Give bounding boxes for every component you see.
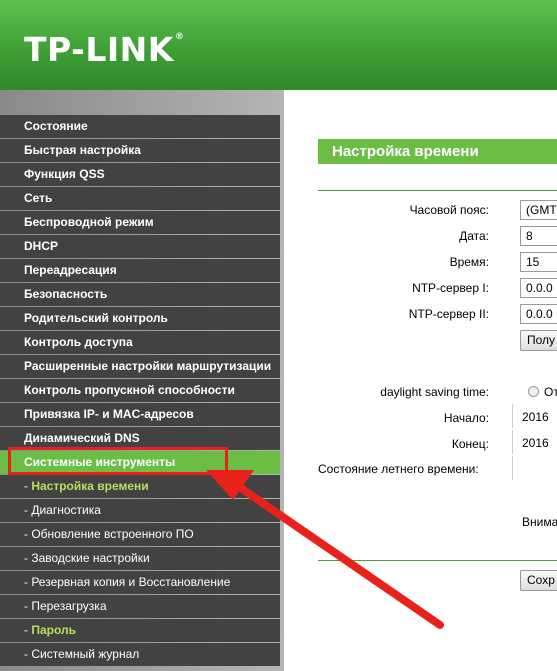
dst-status-label: Состояние летнего времени: [318, 462, 479, 476]
sidebar-item-wireless[interactable]: Беспроводной режим [0, 211, 280, 234]
sidebar-item-parental-control[interactable]: Родительский контроль [0, 307, 280, 330]
dst-label: daylight saving time: [380, 385, 489, 399]
sidebar-subitem-reboot[interactable]: - Перезагрузка [0, 595, 280, 618]
sidebar-item-qss[interactable]: Функция QSS [0, 163, 280, 186]
sidebar-item-advanced-routing[interactable]: Расширенные настройки маршрутизации [0, 355, 280, 378]
time-field[interactable]: 15 [520, 252, 557, 272]
sidebar-item-bandwidth-control[interactable]: Контроль пропускной способности [0, 379, 280, 402]
sidebar-item-network[interactable]: Сеть [0, 187, 280, 210]
sidebar-subitem-diagnostics[interactable]: - Диагностика [0, 499, 280, 522]
sidebar-item-system-tools[interactable]: Системные инструменты [0, 451, 280, 474]
divider-top [318, 190, 557, 191]
timezone-select[interactable]: (GMT [520, 200, 557, 220]
ntp2-field[interactable]: 0.0.0 [520, 304, 557, 324]
time-label: Время: [449, 255, 489, 269]
sidebar-item-ip-mac-binding[interactable]: Привязка IP- и MAC-адресов [0, 403, 280, 426]
sidebar-subitem-password[interactable]: - Пароль [0, 619, 280, 642]
get-gmt-button[interactable]: Полу [520, 330, 557, 351]
end-separator [512, 430, 513, 454]
ntp1-field[interactable]: 0.0.0 [520, 278, 557, 298]
main-content [284, 90, 557, 671]
sidebar-item-dhcp[interactable]: DHCP [0, 235, 280, 258]
status-separator [512, 456, 513, 480]
timezone-label: Часовой пояс: [409, 203, 489, 217]
sidebar-item-security[interactable]: Безопасность [0, 283, 280, 306]
note-text: Внима [522, 515, 557, 529]
sidebar-item-forwarding[interactable]: Переадресация [0, 259, 280, 282]
start-year[interactable]: 2016 [522, 410, 549, 424]
sidebar-menu: Состояние Быстрая настройка Функция QSS … [0, 115, 280, 667]
end-year[interactable]: 2016 [522, 436, 549, 450]
header: TP-LINK® [0, 0, 557, 90]
sidebar-item-access-control[interactable]: Контроль доступа [0, 331, 280, 354]
date-label: Дата: [459, 229, 489, 243]
sidebar-subitem-time-settings[interactable]: - Настройка времени [0, 475, 280, 498]
section-title: Настройка времени [318, 139, 557, 164]
ntp2-label: NTP-сервер II: [408, 307, 489, 321]
sidebar-subitem-system-log[interactable]: - Системный журнал [0, 643, 280, 666]
sidebar-item-status[interactable]: Состояние [0, 115, 280, 138]
save-button[interactable]: Сохр [520, 570, 557, 591]
sidebar-subitem-factory-defaults[interactable]: - Заводские настройки [0, 547, 280, 570]
divider-bottom [318, 560, 557, 561]
ntp1-label: NTP-сервер I: [412, 281, 489, 295]
end-label: Конец: [451, 437, 489, 451]
sidebar-subitem-backup-restore[interactable]: - Резервная копия и Восстановление [0, 571, 280, 594]
sidebar-item-dynamic-dns[interactable]: Динамический DNS [0, 427, 280, 450]
sidebar-subitem-firmware-upgrade[interactable]: - Обновление встроенного ПО [0, 523, 280, 546]
date-field[interactable]: 8 [520, 226, 557, 246]
start-label: Начало: [443, 411, 489, 425]
dst-radio[interactable] [528, 386, 539, 397]
start-separator [512, 404, 513, 428]
sidebar-item-quick-setup[interactable]: Быстрая настройка [0, 139, 280, 162]
tp-link-logo: TP-LINK® [24, 30, 185, 69]
dst-radio-label: От [544, 385, 557, 399]
